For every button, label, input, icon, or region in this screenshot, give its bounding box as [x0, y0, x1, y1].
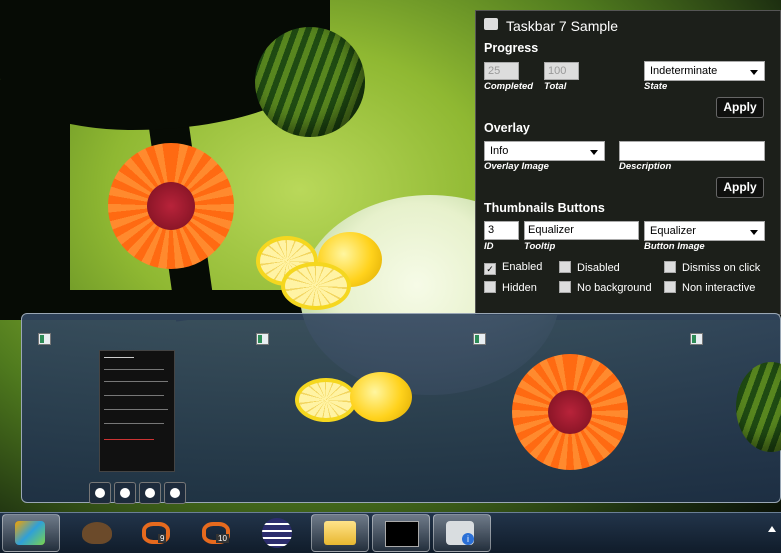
chevron-down-icon — [750, 70, 758, 75]
button-image-value: Equalizer — [650, 225, 696, 237]
completed-label: Completed — [484, 81, 534, 92]
window-thumbnail-lemons[interactable] — [295, 378, 357, 422]
taskbar-7-sample-window: Taskbar 7 Sample Progress 25 Completed 1… — [475, 10, 781, 315]
version-badge: 9 — [158, 534, 167, 543]
checkbox-icon — [664, 281, 676, 293]
app-icon — [484, 18, 498, 30]
progress-heading: Progress — [484, 41, 539, 55]
state-value: Indeterminate — [650, 65, 718, 77]
pause-thumb-button[interactable] — [114, 482, 136, 504]
enabled-label: Enabled — [502, 261, 543, 273]
refresh-thumb-button[interactable] — [139, 482, 161, 504]
window-title: Taskbar 7 Sample — [506, 18, 619, 34]
lemon-slice-image-2 — [281, 262, 351, 310]
version-badge: 10 — [216, 534, 229, 543]
non-interactive-label: Non interactive — [682, 282, 756, 294]
watermelon-image — [255, 27, 365, 137]
taskbar-item-taskbar-7-sample[interactable]: i — [433, 514, 491, 552]
window-thumb-icon[interactable] — [690, 333, 703, 345]
info-overlay-icon: i — [462, 533, 474, 545]
id-label: ID — [484, 241, 494, 252]
completed-input[interactable]: 25 — [484, 62, 519, 80]
eclipse-icon — [262, 518, 292, 548]
tooltip-input[interactable]: Equalizer — [524, 221, 639, 240]
thumb-line — [104, 369, 164, 370]
overlay-image-label: Overlay Image — [484, 161, 549, 172]
dismiss-on-click-checkbox[interactable]: Dismiss on click — [664, 261, 760, 274]
thumb-line — [104, 395, 164, 396]
hidden-label: Hidden — [502, 282, 537, 294]
thumb-flower-center — [548, 390, 592, 434]
tree-canopy-left — [0, 80, 70, 320]
total-input[interactable]: 100 — [544, 62, 579, 80]
total-label: Total — [544, 81, 567, 92]
thumb-line — [104, 357, 134, 358]
window-thumb-icon[interactable] — [473, 333, 486, 345]
thumb-line — [104, 423, 164, 424]
show-hidden-icons-chevron-icon[interactable] — [768, 526, 776, 532]
taskbar-item-command-prompt[interactable] — [372, 514, 430, 552]
chevron-down-icon — [750, 230, 758, 235]
button-id-input[interactable]: 3 — [484, 221, 519, 240]
equalizer-icon — [170, 488, 180, 498]
thumb-lemon — [350, 372, 412, 422]
explorer-folder-icon — [324, 521, 356, 545]
checkbox-icon — [559, 281, 571, 293]
taskbar-item-explorer[interactable] — [311, 514, 369, 552]
start-orb-icon — [15, 521, 45, 545]
enabled-checkbox[interactable]: ✓ Enabled — [484, 261, 542, 275]
checkbox-icon — [559, 261, 571, 273]
hidden-checkbox[interactable]: Hidden — [484, 281, 537, 294]
overlay-image-dropdown[interactable]: Info — [484, 141, 605, 161]
window-thumb-icon[interactable] — [38, 333, 51, 345]
non-interactive-checkbox[interactable]: Non interactive — [664, 281, 755, 294]
overlay-apply-button[interactable]: Apply — [716, 177, 764, 198]
checkbox-icon — [484, 281, 496, 293]
progress-apply-button[interactable]: Apply — [716, 97, 764, 118]
state-label: State — [644, 81, 668, 92]
window-thumbnail-app[interactable] — [99, 350, 175, 472]
checkbox-icon — [664, 261, 676, 273]
command-prompt-icon — [385, 521, 419, 547]
taskbar-item-visual-studio-9[interactable]: 9 — [130, 514, 186, 550]
button-image-label: Button Image — [644, 241, 705, 252]
dismiss-on-click-label: Dismiss on click — [682, 262, 761, 274]
equalizer-thumb-button[interactable] — [164, 482, 186, 504]
disabled-label: Disabled — [577, 262, 620, 274]
no-background-checkbox[interactable]: No background — [559, 281, 652, 294]
flower-center — [147, 182, 195, 230]
thumb-line — [104, 409, 168, 410]
kiwi-app-icon — [82, 522, 112, 544]
pause-icon — [120, 488, 130, 498]
play-thumb-button[interactable] — [89, 482, 111, 504]
thumb-line — [104, 439, 154, 440]
description-label: Description — [619, 161, 672, 172]
button-image-dropdown[interactable]: Equalizer — [644, 221, 765, 241]
checkbox-checked-icon: ✓ — [484, 263, 496, 275]
refresh-icon — [145, 488, 155, 498]
overlay-heading: Overlay — [484, 121, 530, 135]
taskbar-item-start[interactable] — [2, 514, 60, 552]
description-input[interactable] — [619, 141, 765, 161]
disabled-checkbox[interactable]: Disabled — [559, 261, 620, 274]
window-thumb-icon[interactable] — [256, 333, 269, 345]
overlay-image-value: Info — [490, 145, 509, 157]
no-background-label: No background — [577, 282, 652, 294]
tooltip-label: Tooltip — [524, 241, 556, 252]
taskbar-item-kiwi[interactable] — [70, 514, 126, 550]
state-dropdown[interactable]: Indeterminate — [644, 61, 765, 81]
thumbnails-buttons-heading: Thumbnails Buttons — [484, 201, 605, 215]
taskbar-item-visual-studio-10[interactable]: 10 — [190, 514, 246, 550]
thumb-line — [104, 381, 168, 382]
chevron-down-icon — [590, 150, 598, 155]
taskbar-item-eclipse[interactable] — [250, 514, 306, 550]
play-icon — [95, 488, 105, 498]
